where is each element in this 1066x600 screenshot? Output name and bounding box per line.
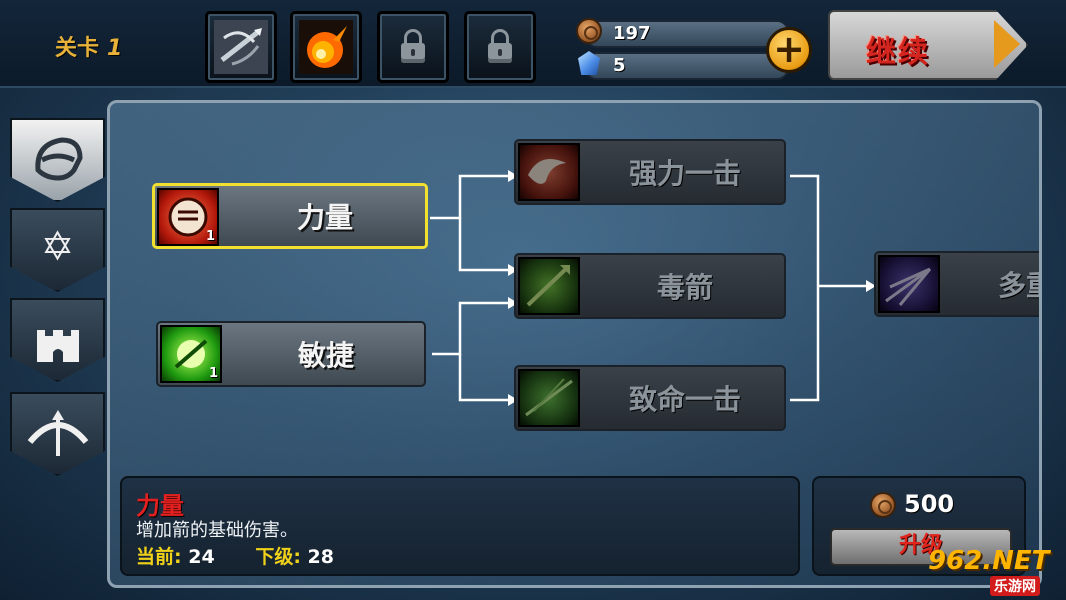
current-label: 当前: — [136, 546, 182, 568]
skill-label: 敏捷 — [297, 339, 354, 372]
fireball-icon — [299, 20, 353, 74]
critical-strike-icon — [518, 369, 580, 427]
current-value: 24 — [188, 546, 215, 568]
skill-label: 毒箭 — [656, 271, 713, 304]
archer-helmet-icon — [34, 137, 83, 181]
agility-orb-icon: 1 — [160, 325, 222, 383]
castle-icon — [36, 330, 79, 362]
watermark-bottom: 乐游网 — [990, 576, 1040, 596]
item-slot-locked-1 — [377, 11, 449, 83]
item-slot-locked-2 — [464, 11, 536, 83]
level-number: 1 — [107, 36, 123, 61]
coin-icon — [870, 492, 896, 518]
tab-castle[interactable] — [10, 298, 105, 382]
skill-label: 力量 — [296, 201, 353, 234]
multi-arrow-icon — [878, 255, 940, 313]
tab-bow[interactable] — [10, 392, 105, 476]
lock-icon — [401, 29, 425, 63]
power-strike-icon — [518, 143, 580, 201]
skill-strength[interactable]: 1 力量 — [152, 183, 428, 249]
upgrade-cost: 500 — [904, 490, 955, 518]
skill-power-strike[interactable]: 强力一击 — [514, 139, 786, 205]
poison-arrow-icon — [518, 257, 580, 315]
gem-count: 5 — [613, 55, 626, 76]
level-label: 关卡 — [55, 36, 100, 61]
tab-skills[interactable]: ✡ — [10, 208, 105, 292]
coin-count: 197 — [613, 23, 651, 44]
skill-label: 致命一击 — [628, 383, 741, 416]
coin-counter: 197 — [585, 20, 789, 48]
top-bar: 关卡 1 197 5 + 继续 — [0, 0, 1066, 88]
coin-icon — [576, 18, 602, 44]
watermark-top: 962.NET — [928, 546, 1050, 576]
next-label: 下级: — [255, 546, 301, 568]
skill-multi-arrow[interactable]: 多重 — [874, 251, 1039, 317]
skill-info-description: 增加箭的基础伤害。 — [136, 520, 298, 541]
skill-poison-arrow[interactable]: 毒箭 — [514, 253, 786, 319]
skill-agility[interactable]: 1 敏捷 — [156, 321, 426, 387]
skill-info-stats: 当前: 24 下级: 28 — [136, 542, 368, 569]
crossbow-icon — [214, 20, 268, 74]
tab-archer[interactable] — [10, 118, 105, 202]
gem-counter: 5 — [585, 52, 789, 80]
skill-rank: 1 — [208, 366, 218, 381]
skill-label: 多重 — [998, 269, 1039, 302]
item-slot-crossbow[interactable] — [205, 11, 277, 83]
level-indicator: 关卡 1 — [55, 30, 122, 62]
skill-label: 强力一击 — [628, 157, 741, 190]
lock-icon — [488, 29, 512, 63]
watermark-logo: 962.NET 乐游网 — [928, 546, 1062, 596]
bow-icon — [27, 410, 88, 456]
fist-icon: 1 — [157, 188, 219, 246]
arrow-right-icon — [994, 20, 1020, 68]
star-icon: ✡ — [40, 224, 75, 270]
continue-label: 继续 — [866, 35, 930, 70]
skill-critical-strike[interactable]: 致命一击 — [514, 365, 786, 431]
next-value: 28 — [307, 546, 334, 568]
item-slot-fireball[interactable] — [290, 11, 362, 83]
skill-info-box: 力量 增加箭的基础伤害。 当前: 24 下级: 28 — [120, 476, 800, 576]
skill-rank: 1 — [205, 229, 215, 244]
add-currency-button[interactable]: + — [766, 27, 812, 73]
